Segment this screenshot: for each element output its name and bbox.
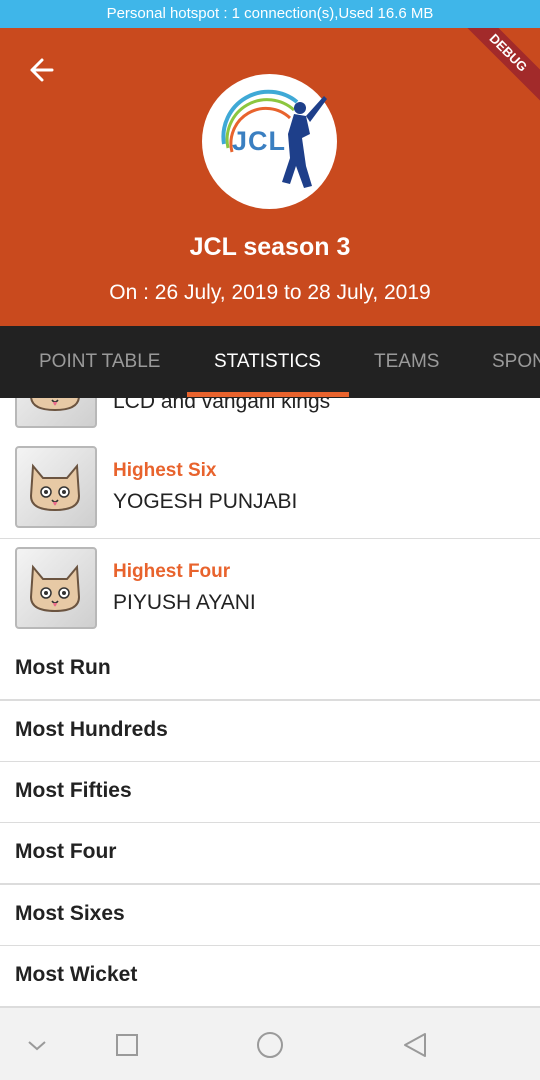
date-range: On : 26 July, 2019 to 28 July, 2019	[109, 281, 431, 304]
circle-icon[interactable]	[255, 1030, 285, 1060]
category-most-run[interactable]: Most Run	[0, 639, 540, 701]
back-triangle-icon[interactable]	[400, 1030, 430, 1060]
system-nav-bar	[0, 1008, 540, 1080]
square-icon[interactable]	[112, 1030, 142, 1060]
category-most-hundreds[interactable]: Most Hundreds	[0, 701, 540, 763]
stat-value: LCD and vangani kings	[113, 398, 331, 413]
category-label: Most Wicket	[15, 963, 138, 986]
back-arrow-icon[interactable]	[24, 52, 60, 88]
debug-ribbon: DEBUG	[450, 28, 540, 111]
category-label: Most Sixes	[15, 902, 125, 925]
category-label: Most Fifties	[15, 779, 132, 802]
stat-row-top-team[interactable]: LCD and vangani kings	[0, 398, 540, 440]
stat-row-highest-six[interactable]: Highest Six YOGESH PUNJABI	[0, 438, 540, 540]
stat-label: Highest Four	[113, 561, 231, 582]
tab-teams[interactable]: TEAMS	[374, 326, 439, 398]
status-bar: Personal hotspot : 1 connection(s),Used …	[0, 0, 540, 28]
cat-avatar-icon	[15, 398, 97, 428]
tab-statistics[interactable]: STATISTICS	[214, 326, 321, 398]
cat-avatar-icon	[15, 547, 97, 629]
category-most-four[interactable]: Most Four	[0, 823, 540, 885]
category-most-wicket[interactable]: Most Wicket	[0, 946, 540, 1008]
chevron-down-icon[interactable]	[22, 1030, 52, 1060]
category-most-fifties[interactable]: Most Fifties	[0, 762, 540, 824]
statistics-list: LCD and vangani kings Highest Six YOGESH…	[0, 398, 540, 1008]
category-label: Most Hundreds	[15, 718, 168, 741]
active-tab-indicator	[187, 392, 349, 397]
stat-row-highest-four[interactable]: Highest Four PIYUSH AYANI	[0, 539, 540, 641]
stat-label: Highest Six	[113, 460, 217, 481]
cat-avatar-icon	[15, 446, 97, 528]
league-logo: JCL	[202, 74, 337, 209]
tab-point-table[interactable]: POINT TABLE	[39, 326, 160, 398]
logo-text: JCL	[232, 126, 287, 156]
tab-bar: POINT TABLE STATISTICS TEAMS SPONSORS	[0, 326, 540, 398]
category-label: Most Run	[15, 656, 111, 679]
stat-value: PIYUSH AYANI	[113, 591, 256, 614]
stat-value: YOGESH PUNJABI	[113, 490, 298, 513]
status-text: Personal hotspot : 1 connection(s),Used …	[106, 5, 434, 22]
category-most-sixes[interactable]: Most Sixes	[0, 885, 540, 947]
category-label: Most Four	[15, 840, 117, 863]
tab-sponsors[interactable]: SPONSORS	[492, 326, 540, 398]
league-title: JCL season 3	[189, 233, 351, 261]
header: DEBUG JCL JCL season 3 On : 26 July, 201…	[0, 28, 540, 326]
